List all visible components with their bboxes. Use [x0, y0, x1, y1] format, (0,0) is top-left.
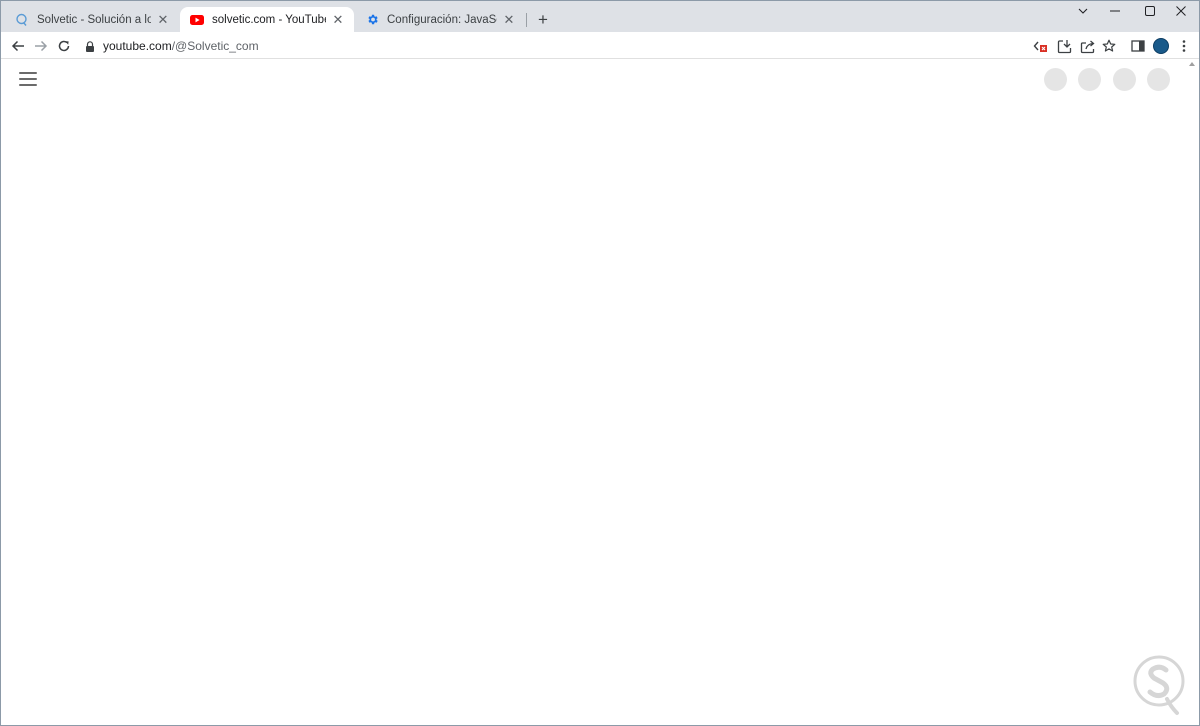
browser-window: Solvetic - Solución a los problem ✕ solv… — [0, 0, 1200, 726]
tab-solvetic[interactable]: Solvetic - Solución a los problem ✕ — [5, 7, 179, 32]
forward-arrow-icon[interactable] — [30, 35, 52, 57]
browser-toolbar: youtube.com/@Solvetic_com — [1, 32, 1199, 59]
back-arrow-icon[interactable] — [7, 35, 29, 57]
side-panel-icon[interactable] — [1128, 36, 1148, 56]
youtube-icon — [190, 13, 204, 27]
url-path: /@Solvetic_com — [171, 39, 259, 53]
skeleton-placeholder — [1147, 68, 1170, 91]
chevron-down-icon[interactable] — [1065, 1, 1101, 21]
skeleton-placeholder — [1078, 68, 1101, 91]
close-icon[interactable]: ✕ — [501, 12, 517, 28]
profile-avatar[interactable] — [1151, 36, 1171, 56]
solvetic-watermark-logo — [1133, 655, 1185, 715]
gear-icon — [365, 13, 379, 27]
avatar — [1153, 38, 1169, 54]
skeleton-placeholder — [1044, 68, 1067, 91]
url-host: youtube.com — [103, 39, 172, 53]
hamburger-menu-icon[interactable] — [19, 72, 37, 86]
tab-title: Configuración: JavaScript — [387, 13, 497, 26]
menu-dots-icon[interactable] — [1174, 36, 1194, 56]
page-content — [1, 59, 1199, 725]
solvetic-icon — [15, 13, 29, 27]
tab-youtube[interactable]: solvetic.com - YouTube ✕ — [180, 7, 354, 32]
bookmark-star-icon[interactable] — [1099, 36, 1119, 56]
skeleton-placeholder — [1113, 68, 1136, 91]
reload-icon[interactable] — [53, 35, 75, 57]
tab-divider — [526, 13, 527, 27]
scrollbar-up-arrow[interactable] — [1189, 62, 1195, 66]
javascript-blocked-icon[interactable] — [1031, 36, 1051, 56]
install-app-icon[interactable] — [1054, 36, 1074, 56]
address-bar[interactable]: youtube.com/@Solvetic_com — [83, 35, 983, 57]
lock-icon[interactable] — [83, 39, 97, 53]
tab-title: solvetic.com - YouTube — [212, 13, 326, 26]
close-icon[interactable]: ✕ — [330, 12, 346, 28]
new-tab-button[interactable]: + — [532, 10, 554, 30]
tab-settings[interactable]: Configuración: JavaScript ✕ — [355, 7, 525, 32]
close-icon[interactable] — [1163, 1, 1199, 21]
tab-title: Solvetic - Solución a los problem — [37, 13, 151, 26]
share-icon[interactable] — [1077, 36, 1097, 56]
tab-strip: Solvetic - Solución a los problem ✕ solv… — [1, 1, 1199, 32]
minimize-icon[interactable] — [1097, 1, 1133, 21]
close-icon[interactable]: ✕ — [155, 12, 171, 28]
url-text: youtube.com/@Solvetic_com — [103, 39, 259, 53]
